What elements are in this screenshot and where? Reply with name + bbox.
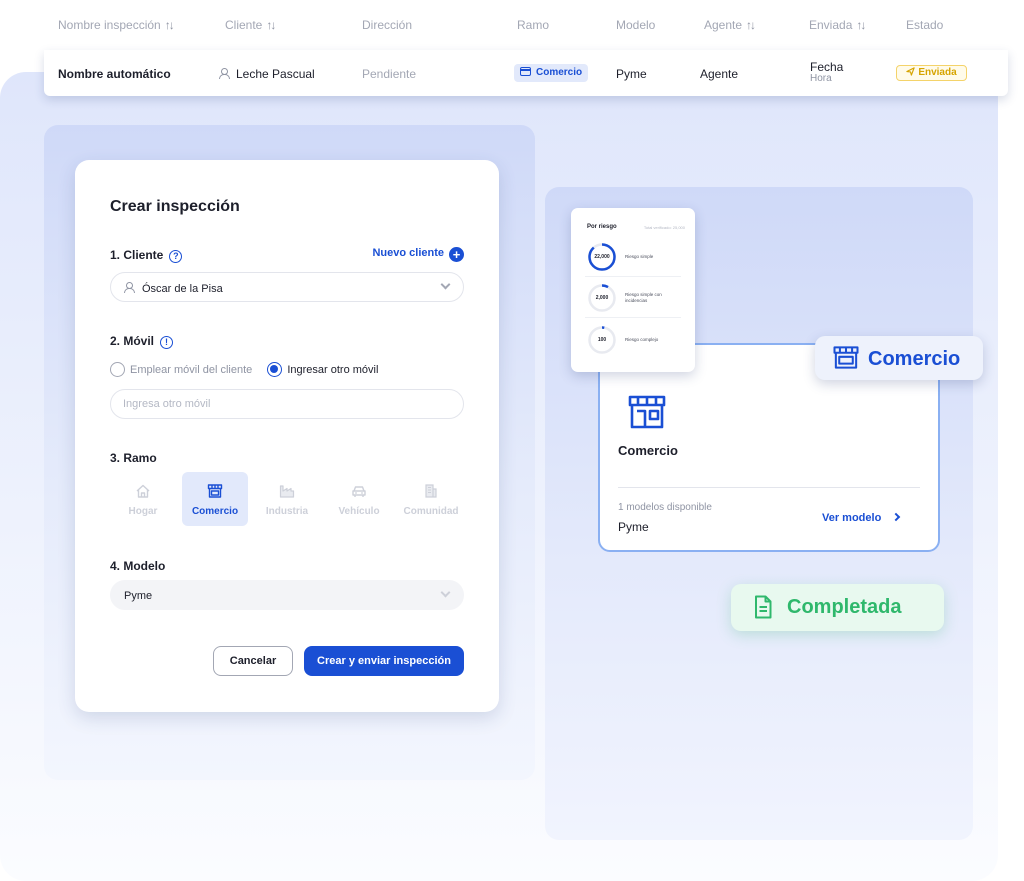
house-icon xyxy=(136,484,150,498)
header-cliente[interactable]: Cliente ↑↓ xyxy=(225,18,276,32)
risk-value: 100 xyxy=(597,337,607,343)
send-icon xyxy=(906,67,915,76)
completada-badge-text: Completada xyxy=(787,596,902,618)
plus-circle-icon: + xyxy=(449,247,464,262)
fecha-text: Fecha xyxy=(810,60,844,74)
ramo-chip: Comercio xyxy=(514,64,589,82)
sort-icon[interactable]: ↑↓ xyxy=(856,18,866,32)
header-agente[interactable]: Agente ↑↓ xyxy=(704,18,756,32)
factory-icon xyxy=(279,485,295,498)
modelo-value: Pyme xyxy=(124,590,153,602)
create-inspection-form: Crear inspección 1. Cliente? Nuevo clien… xyxy=(75,160,499,712)
header-nombre[interactable]: Nombre inspección ↑↓ xyxy=(58,18,175,32)
cliente-label: 1. Cliente? xyxy=(110,248,183,263)
radio-movil-otro[interactable] xyxy=(267,362,283,377)
divider xyxy=(585,317,681,318)
modelo-label: 4. Modelo xyxy=(110,559,166,573)
cell-nombre: Nombre automático xyxy=(58,67,171,81)
header-direccion: Dirección xyxy=(362,18,413,32)
car-icon xyxy=(352,486,366,497)
store-icon xyxy=(628,395,666,429)
chevron-right-icon xyxy=(892,512,901,522)
sort-icon[interactable]: ↑↓ xyxy=(165,18,175,32)
building-icon xyxy=(425,484,437,498)
cell-cliente: Leche Pascual xyxy=(219,67,315,81)
cancel-button[interactable]: Cancelar xyxy=(213,646,293,676)
cliente-value: Óscar de la Pisa xyxy=(124,282,223,295)
risk-value: 22,000 xyxy=(594,254,610,260)
comercio-badge-text: Comercio xyxy=(868,348,961,370)
cell-modelo: Pyme xyxy=(616,67,647,81)
risk-summary-card: Por riesgo Total verificado: 25,000 22,0… xyxy=(571,208,695,372)
user-icon xyxy=(219,68,230,79)
table-row[interactable]: Nombre automático Leche Pascual Pendient… xyxy=(44,50,1008,96)
chevron-down-icon xyxy=(440,587,451,598)
ver-modelo-link[interactable]: Ver modelo xyxy=(822,512,901,524)
cell-direccion: Pendiente xyxy=(362,67,417,81)
risk-card-title: Por riesgo xyxy=(587,224,617,230)
risk-label: Riesgo complejo xyxy=(625,337,659,342)
models-count: 1 modelos disponible xyxy=(618,502,712,513)
cell-fecha: Fecha Hora xyxy=(810,61,843,85)
user-icon xyxy=(124,282,135,293)
table-header: Nombre inspección ↑↓ Cliente ↑↓ Dirección … xyxy=(44,0,1008,50)
otro-movil-input[interactable] xyxy=(110,389,464,419)
store-icon xyxy=(207,484,223,498)
movil-radio-group: Emplear móvil del cliente Ingresar otro … xyxy=(110,362,390,377)
risk-row: 22,000 Riesgo simple xyxy=(585,237,681,277)
create-send-button[interactable]: Crear y enviar inspección xyxy=(304,646,464,676)
ramo-label: 3. Ramo xyxy=(110,451,157,465)
status-badge: Enviada xyxy=(896,65,967,81)
movil-label: 2. Móvil! xyxy=(110,334,174,349)
chevron-down-icon xyxy=(440,279,451,290)
risk-total: Total verificado: 25,000 xyxy=(643,225,685,230)
ramo-option-industria[interactable]: Industria xyxy=(254,472,320,526)
header-estado: Estado xyxy=(906,18,944,32)
risk-label: Riesgo simple xyxy=(625,254,654,259)
radio-label-cliente[interactable]: Emplear móvil del cliente xyxy=(130,364,252,376)
nuevo-cliente-button[interactable]: Nuevo cliente + xyxy=(372,247,464,262)
ramo-option-comercio[interactable]: Comercio xyxy=(182,472,248,526)
risk-row: 100 Riesgo complejo xyxy=(585,320,681,360)
info-icon[interactable]: ! xyxy=(160,336,174,349)
radio-movil-cliente[interactable] xyxy=(110,362,125,377)
model-name: Pyme xyxy=(618,520,649,534)
form-title: Crear inspección xyxy=(110,198,240,215)
ramo-option-vehiculo[interactable]: Vehículo xyxy=(326,472,392,526)
ramo-option-comunidad[interactable]: Comunidad xyxy=(398,472,464,526)
store-icon xyxy=(520,67,531,76)
header-enviada[interactable]: Enviada ↑↓ xyxy=(809,18,866,32)
divider xyxy=(618,487,920,488)
risk-label: Riesgo simple con incidencias xyxy=(625,292,662,303)
ramo-option-hogar[interactable]: Hogar xyxy=(110,472,176,526)
cliente-select[interactable]: Óscar de la Pisa xyxy=(110,272,464,302)
sort-icon[interactable]: ↑↓ xyxy=(266,18,276,32)
completada-badge: Completada xyxy=(731,584,944,631)
document-icon xyxy=(755,595,772,619)
hora-text: Hora xyxy=(810,73,832,84)
header-ramo: Ramo xyxy=(517,18,550,32)
risk-row: 2,000 Riesgo simple con incidencias xyxy=(585,278,681,318)
model-card-title: Comercio xyxy=(618,443,678,458)
risk-value: 2,000 xyxy=(595,295,609,301)
help-icon[interactable]: ? xyxy=(169,250,183,263)
cell-agente: Agente xyxy=(700,67,739,81)
sort-icon[interactable]: ↑↓ xyxy=(746,18,756,32)
store-icon xyxy=(833,346,859,369)
modelo-select[interactable]: Pyme xyxy=(110,580,464,610)
divider xyxy=(585,276,681,277)
comercio-badge: Comercio xyxy=(815,336,983,380)
radio-label-otro[interactable]: Ingresar otro móvil xyxy=(287,364,378,376)
header-modelo: Modelo xyxy=(616,18,656,32)
